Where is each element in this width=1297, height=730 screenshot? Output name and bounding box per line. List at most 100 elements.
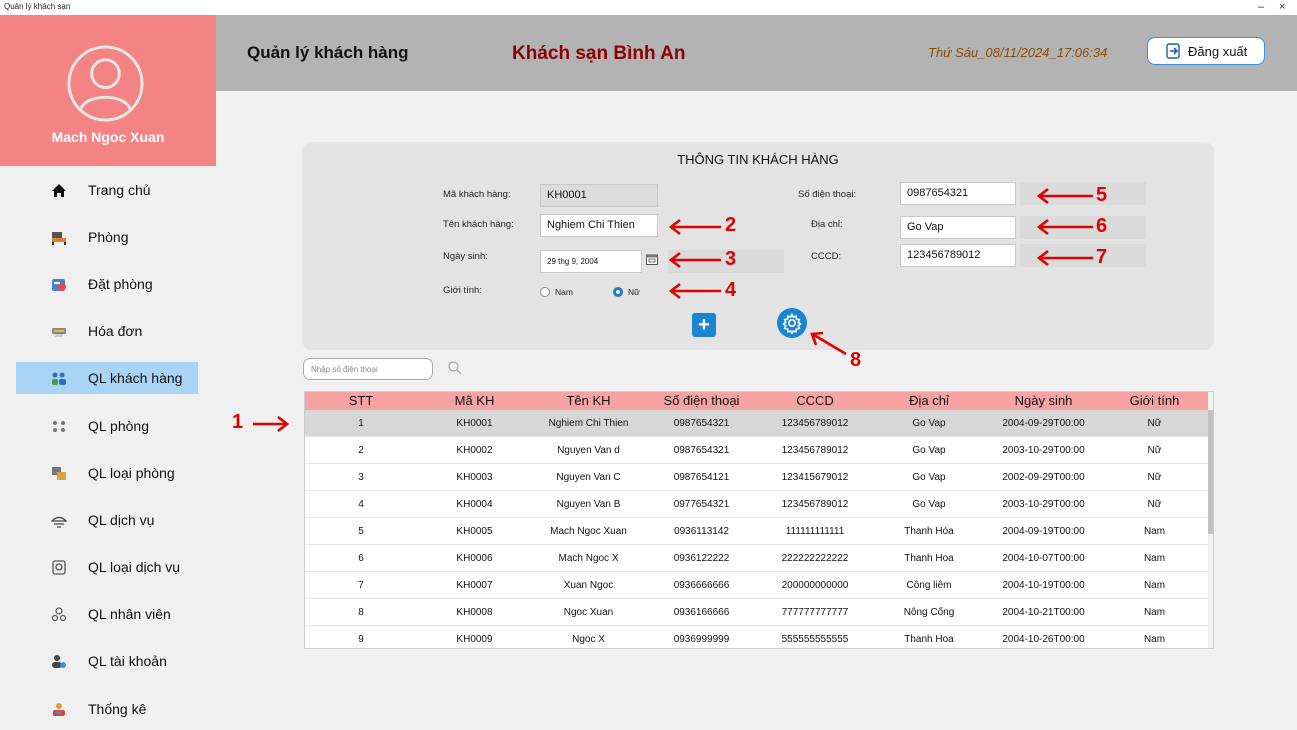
gender-female-label: Nữ <box>628 287 640 297</box>
annotation-1: 1 <box>232 411 244 433</box>
table-row[interactable]: 8 KH0008 Ngoc Xuan 0936166666 777777777777 Nô… <box>305 599 1208 626</box>
cell-phone: 0936166666 <box>673 607 730 618</box>
sidebar-item-staff[interactable]: QL nhân viên <box>16 598 198 630</box>
cell-dob: 2004-10-19T00:00 <box>1002 580 1085 591</box>
table-row[interactable]: 5 KH0005 Mach Ngoc Xuan 0936113142 111111111… <box>305 518 1208 545</box>
cccd-spacer <box>1020 244 1146 267</box>
cell-gender: Nam <box>1143 607 1166 618</box>
cell-dob: 2003-10-29T00:00 <box>1002 445 1085 456</box>
sidebar-item-room[interactable]: Phòng <box>16 221 198 253</box>
table-row[interactable]: 4 KH0004 Nguyen Van B 0977654321 12345678901… <box>305 491 1208 518</box>
cell-stt: 8 <box>358 607 364 618</box>
cell-cccd: 777777777777 <box>781 607 849 618</box>
cell-gender: Nữ <box>1147 499 1162 510</box>
cell-id: KH0004 <box>456 499 493 510</box>
sidebar-item-room-manage[interactable]: QL phòng <box>16 410 198 442</box>
col-header-gender[interactable]: Giới tính <box>1101 392 1208 410</box>
cell-phone: 0936113142 <box>674 526 729 537</box>
table-row[interactable]: 2 KH0002 Nguyen Van d 0987654321 12345678901… <box>305 437 1208 464</box>
cell-phone: 0936122222 <box>673 553 730 564</box>
window-title: Quản lý khách sạn <box>4 2 71 11</box>
table-row[interactable]: 1 KH0001 Nghiem Chi Thien 0987654321 1234567… <box>305 410 1208 437</box>
cell-stt: 2 <box>358 445 364 456</box>
panel-title: THÔNG TIN KHÁCH HÀNG <box>677 152 839 167</box>
dob-field[interactable]: 29 thg 9, 2004 <box>540 250 642 273</box>
cell-address: Nông Cống <box>903 607 955 618</box>
col-header-cccd[interactable]: CCCD <box>758 392 872 410</box>
logout-icon <box>1166 43 1180 59</box>
phone-field[interactable]: 0987654321 <box>900 182 1016 205</box>
cell-address: Go Vap <box>912 418 946 429</box>
cell-cccd: 200000000000 <box>781 580 849 591</box>
calendar-icon[interactable] <box>646 254 658 265</box>
cccd-field[interactable]: 123456789012 <box>900 244 1016 267</box>
cell-stt: 3 <box>358 472 364 483</box>
sidebar-item-stats[interactable]: Thống kê <box>16 693 198 725</box>
sidebar-item-invoice[interactable]: Hóa đơn <box>16 315 198 347</box>
sidebar-item-account[interactable]: QL tài khoản <box>16 645 198 677</box>
col-header-phone[interactable]: Số điện thoại <box>645 392 758 410</box>
close-button[interactable]: × <box>1279 0 1285 15</box>
table-row[interactable]: 7 KH0007 Xuan Ngoc 0936666666 200000000000 Cô… <box>305 572 1208 599</box>
sidebar-item-home[interactable]: Trang chủ <box>16 174 198 206</box>
col-header-address[interactable]: Địa chỉ <box>872 392 986 410</box>
annotation-2: 2 <box>725 214 737 236</box>
sidebar-item-room-type[interactable]: QL loại phòng <box>16 457 198 489</box>
table-row[interactable]: 9 KH0009 Ngoc X 0936999999 555555555555 Thanh… <box>305 626 1208 648</box>
cell-name: Nguyen Van B <box>556 499 621 510</box>
sidebar: Mach Ngoc Xuan Trang chủ Phòng Đặt phòng… <box>0 15 216 730</box>
sidebar-item-label: Đặt phòng <box>88 276 153 292</box>
cell-address: Go Vap <box>912 472 946 483</box>
logout-label: Đăng xuất <box>1188 43 1248 59</box>
address-field[interactable]: Go Vap <box>900 216 1016 239</box>
cell-gender: Nữ <box>1147 472 1162 483</box>
home-icon <box>50 182 68 198</box>
gender-male-radio[interactable]: Nam <box>540 287 573 297</box>
sidebar-item-label: QL khách hàng <box>88 370 183 386</box>
table-scrollbar[interactable] <box>1208 392 1213 648</box>
cell-phone: 0936999999 <box>673 634 730 645</box>
annotation-6: 6 <box>1096 215 1108 237</box>
col-header-stt[interactable]: STT <box>305 392 417 410</box>
cell-dob: 2002-09-29T00:00 <box>1002 472 1085 483</box>
invoice-icon <box>50 323 68 339</box>
datetime-display: Thứ Sáu_08/11/2024_17:06:34 <box>928 45 1108 60</box>
table-row[interactable]: 6 KH0006 Mach Ngoc X 0936122222 222222222222… <box>305 545 1208 572</box>
sidebar-item-label: QL loại phòng <box>88 465 175 481</box>
service-icon <box>50 512 68 528</box>
sidebar-item-service[interactable]: QL dịch vụ <box>16 504 198 536</box>
sidebar-item-label: Trang chủ <box>88 182 151 198</box>
cell-address: Thanh Hoa <box>904 553 954 564</box>
cell-dob: 2004-10-26T00:00 <box>1002 634 1085 645</box>
cell-name: Nghiem Chi Thien <box>548 418 629 429</box>
sidebar-item-customers[interactable]: QL khách hàng <box>16 362 198 394</box>
logout-button[interactable]: Đăng xuất <box>1147 37 1265 65</box>
cell-id: KH0007 <box>456 580 493 591</box>
cell-name: Mach Ngoc Xuan <box>550 526 627 537</box>
scrollbar-thumb[interactable] <box>1208 410 1213 534</box>
add-customer-button[interactable]: + <box>692 313 716 337</box>
customer-name-field[interactable]: Nghiem Chi Thien <box>540 214 658 237</box>
annotation-7: 7 <box>1096 246 1108 268</box>
sidebar-item-service-type[interactable]: QL loại dịch vụ <box>16 551 198 583</box>
cell-dob: 2004-10-21T00:00 <box>1002 607 1085 618</box>
phone-search-input[interactable]: Nhập số điện thoại <box>303 358 433 380</box>
cell-phone: 0977654321 <box>673 499 730 510</box>
col-header-id[interactable]: Mã KH <box>417 392 532 410</box>
radio-unchecked-icon <box>540 287 550 297</box>
sidebar-item-booking[interactable]: Đặt phòng <box>16 268 198 300</box>
gender-female-radio[interactable]: Nữ <box>613 287 640 297</box>
minimize-button[interactable]: – <box>1258 0 1264 15</box>
cell-id: KH0002 <box>456 445 493 456</box>
cell-dob: 2004-09-29T00:00 <box>1002 418 1085 429</box>
col-header-name[interactable]: Tên KH <box>532 392 645 410</box>
col-header-dob[interactable]: Ngày sinh <box>986 392 1101 410</box>
cell-gender: Nam <box>1143 526 1166 537</box>
update-customer-button[interactable] <box>777 308 807 338</box>
sidebar-item-label: Phòng <box>88 229 129 245</box>
table-row[interactable]: 3 KH0003 Nguyen Van C 0987654121 12341567901… <box>305 464 1208 491</box>
phone-label: Số điện thoại: <box>798 189 857 200</box>
room-type-icon <box>50 465 68 481</box>
gear-icon <box>782 312 802 334</box>
search-icon[interactable] <box>447 360 463 376</box>
